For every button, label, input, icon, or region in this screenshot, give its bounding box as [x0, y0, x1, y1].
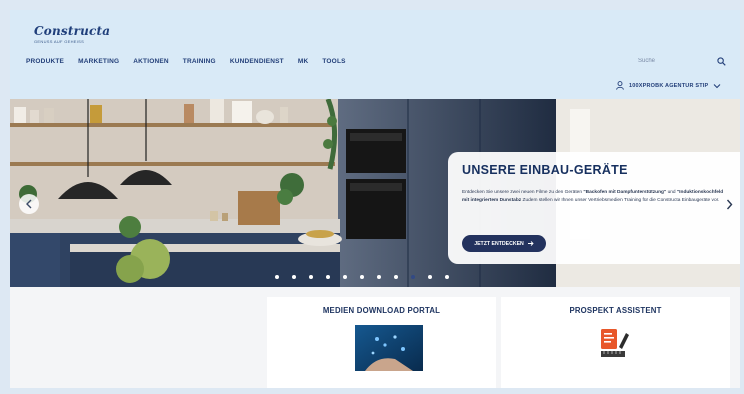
main-navigation: PRODUKTE MARKETING AKTIONEN TRAINING KUN… [26, 58, 346, 65]
account-label: 100XPROBK AGENTUR STIP [629, 82, 709, 89]
nav-kundendienst[interactable]: KUNDENDIENST [230, 58, 284, 65]
nav-produkte[interactable]: PRODUKTE [26, 58, 64, 65]
slider-dot[interactable] [275, 275, 279, 279]
brochure-pen-icon [601, 329, 629, 357]
search-box [638, 55, 726, 67]
slider-dot[interactable] [377, 275, 381, 279]
nav-training[interactable]: TRAINING [183, 58, 216, 65]
search-input[interactable] [638, 58, 688, 64]
slider-prev-button[interactable] [19, 194, 39, 214]
discover-now-button[interactable]: JETZT ENTDECKEN [462, 235, 546, 252]
slider-dot[interactable] [360, 275, 364, 279]
slider-dot[interactable] [343, 275, 347, 279]
search-icon[interactable] [717, 56, 726, 66]
hero-teaser-card: UNSERE EINBAU-GERÄTE Entdecken Sie unser… [448, 152, 740, 264]
chevron-right-icon [726, 199, 732, 209]
tile-title: PROSPEKT ASSISTENT [569, 306, 662, 315]
cta-label: JETZT ENTDECKEN [474, 240, 524, 247]
slider-dot[interactable] [326, 275, 330, 279]
slider-dot[interactable] [309, 275, 313, 279]
chevron-down-icon [713, 83, 721, 89]
slider-dot[interactable] [411, 275, 415, 279]
chevron-left-icon [26, 199, 32, 209]
browser-viewport: Constructa GENUSS AUF GEHEISS PRODUKTE M… [10, 10, 740, 388]
hero-slider: UNSERE EINBAU-GERÄTE Entdecken Sie unser… [10, 99, 740, 287]
user-icon [616, 81, 624, 90]
hero-title: UNSERE EINBAU-GERÄTE [462, 163, 628, 177]
constructa-logo[interactable]: Constructa GENUSS AUF GEHEISS [34, 24, 110, 44]
slider-next-button[interactable] [722, 196, 736, 212]
logo-tagline: GENUSS AUF GEHEISS [34, 39, 85, 44]
nav-aktionen[interactable]: AKTIONEN [133, 58, 169, 65]
hero-description: Entdecken Sie unsere zwei neuen Filme zu… [462, 190, 724, 203]
slider-dot[interactable] [394, 275, 398, 279]
site-header: Constructa GENUSS AUF GEHEISS PRODUKTE M… [10, 10, 740, 99]
media-download-portal-tile[interactable]: MEDIEN DOWNLOAD PORTAL [267, 297, 496, 388]
slider-dot[interactable] [428, 275, 432, 279]
slider-pagination [275, 275, 449, 279]
nav-marketing[interactable]: MARKETING [78, 58, 119, 65]
slider-dot[interactable] [445, 275, 449, 279]
tablet-image [355, 325, 423, 371]
nav-tools[interactable]: TOOLS [322, 58, 345, 65]
account-menu[interactable]: 100XPROBK AGENTUR STIP [616, 81, 721, 90]
prospekt-assistent-tile[interactable]: PROSPEKT ASSISTENT [501, 297, 730, 388]
tile-title: MEDIEN DOWNLOAD PORTAL [322, 306, 441, 315]
logo-wordmark: Constructa [34, 24, 111, 38]
slider-dot[interactable] [292, 275, 296, 279]
arrow-right-icon [527, 241, 534, 246]
nav-mk[interactable]: MK [298, 58, 309, 65]
